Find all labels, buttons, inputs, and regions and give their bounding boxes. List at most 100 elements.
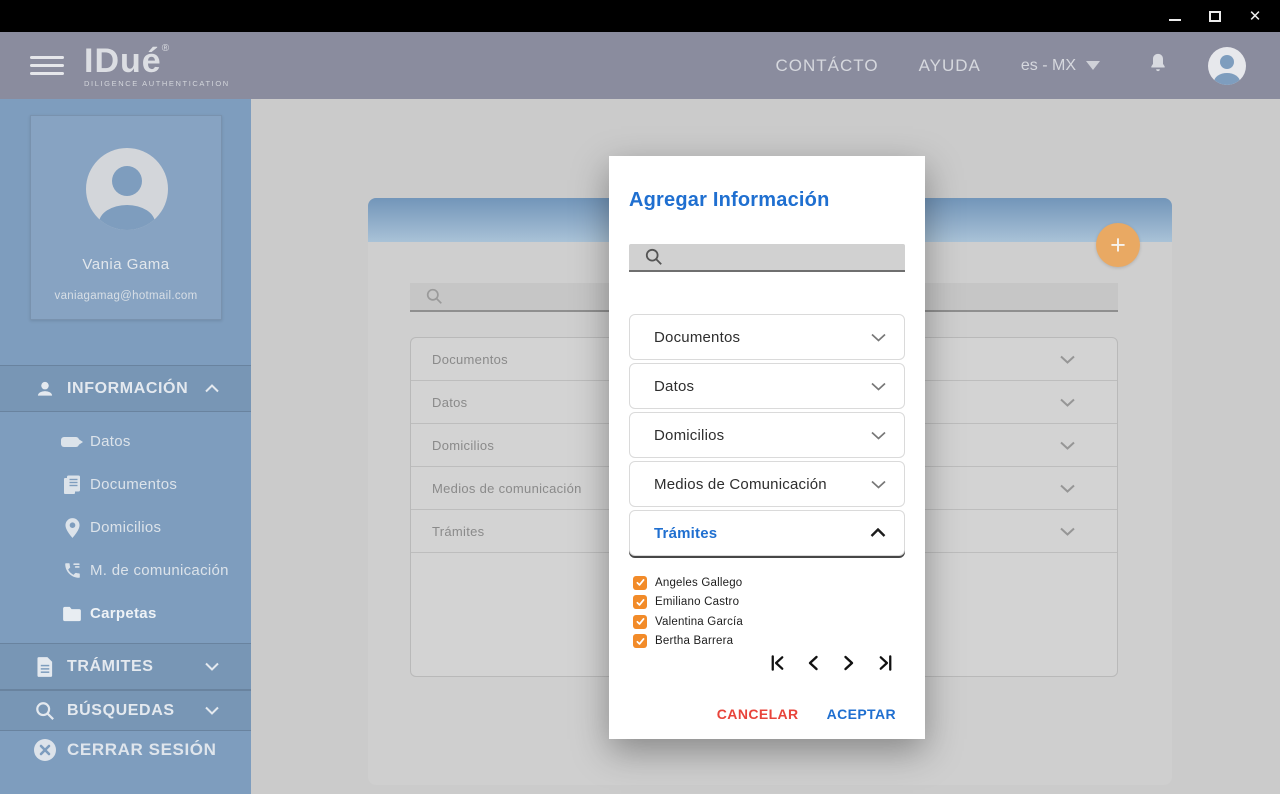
accept-button[interactable]: ACEPTAR bbox=[825, 702, 898, 726]
logout-x-icon bbox=[33, 739, 57, 761]
table-row-label: Datos bbox=[432, 395, 467, 410]
sidebar-section-tramites[interactable]: TRÁMITES bbox=[0, 643, 251, 690]
accordion-item-medios-de-comunicacion[interactable]: Medios de Comunicación bbox=[629, 461, 905, 507]
sidebar-section-busquedas[interactable]: BÚSQUEDAS bbox=[0, 690, 251, 731]
sidebar-section-informacion[interactable]: INFORMACIÓN bbox=[0, 365, 251, 412]
accordion-label: Documentos bbox=[654, 329, 740, 346]
dialog-actions: CANCELAR ACEPTAR bbox=[715, 702, 898, 726]
dialog-search-input[interactable] bbox=[673, 250, 895, 265]
dialog-search-bar bbox=[629, 244, 905, 272]
hamburger-menu-icon[interactable] bbox=[30, 56, 64, 75]
previous-page-icon[interactable] bbox=[803, 652, 823, 674]
chevron-down-icon bbox=[871, 333, 886, 342]
pagination bbox=[767, 652, 895, 674]
window-titlebar: ✕ bbox=[0, 0, 1280, 32]
chevron-up-icon bbox=[870, 528, 886, 538]
sidebar-item-label: Documentos bbox=[90, 476, 177, 493]
table-row-label: Documentos bbox=[432, 352, 508, 367]
add-button[interactable]: + bbox=[1096, 223, 1140, 267]
chevron-down-icon bbox=[1086, 61, 1100, 70]
sidebar-item-label: Datos bbox=[90, 433, 131, 450]
option-label: Emiliano Castro bbox=[655, 596, 739, 608]
first-page-icon[interactable] bbox=[767, 652, 787, 674]
chevron-down-icon bbox=[1060, 484, 1075, 493]
language-value: es - MX bbox=[1021, 57, 1076, 75]
sidebar-item-datos[interactable]: Datos bbox=[0, 420, 251, 463]
agregar-informacion-dialog: Agregar Información Documentos Datos Dom… bbox=[609, 156, 925, 739]
chevron-down-icon bbox=[205, 658, 219, 676]
registered-mark: ® bbox=[162, 43, 169, 54]
sidebar: Vania Gama vaniagamag@hotmail.com INFORM… bbox=[0, 99, 251, 794]
sidebar-item-label: Carpetas bbox=[90, 605, 157, 622]
search-icon bbox=[645, 248, 663, 266]
language-selector[interactable]: es - MX bbox=[1021, 57, 1100, 75]
next-page-icon[interactable] bbox=[839, 652, 859, 674]
accordion-item-tramites[interactable]: Trámites bbox=[629, 510, 905, 556]
last-page-icon[interactable] bbox=[875, 652, 895, 674]
profile-email: vaniagamag@hotmail.com bbox=[31, 290, 221, 302]
checkbox-checked-icon[interactable] bbox=[633, 634, 647, 648]
app-window: ✕ IDué® DILIGENCE AUTHENTICATION CONTÁCT… bbox=[0, 0, 1280, 794]
accordion-label: Domicilios bbox=[654, 427, 724, 444]
chevron-down-icon bbox=[1060, 398, 1075, 407]
table-row-label: Trámites bbox=[432, 524, 484, 539]
nav-contacto[interactable]: CONTÁCTO bbox=[775, 56, 878, 76]
notifications-bell-icon[interactable] bbox=[1148, 52, 1168, 79]
option-angeles-gallego[interactable]: Angeles Gallego bbox=[633, 576, 743, 590]
chevron-up-icon bbox=[205, 380, 219, 398]
logo-subtitle: DILIGENCE AUTHENTICATION bbox=[84, 80, 230, 88]
sidebar-item-carpetas[interactable]: Carpetas bbox=[0, 592, 251, 635]
profile-card: Vania Gama vaniagamag@hotmail.com bbox=[30, 115, 222, 320]
sidebar-section-label: TRÁMITES bbox=[67, 658, 154, 676]
checkbox-checked-icon[interactable] bbox=[633, 595, 647, 609]
sidebar-item-label: Domicilios bbox=[90, 519, 161, 536]
nav-ayuda[interactable]: AYUDA bbox=[919, 56, 981, 76]
chevron-down-icon bbox=[871, 431, 886, 440]
sidebar-item-m-de-comunicacion[interactable]: M. de comunicación bbox=[0, 549, 251, 592]
folder-icon bbox=[60, 606, 84, 622]
option-valentina-garcia[interactable]: Valentina García bbox=[633, 615, 743, 629]
minimize-icon[interactable] bbox=[1166, 7, 1184, 25]
chevron-down-icon bbox=[1060, 355, 1075, 364]
documents-icon bbox=[60, 475, 84, 495]
logout-label: CERRAR SESIÓN bbox=[67, 740, 217, 760]
location-pin-icon bbox=[60, 518, 84, 538]
cancel-button[interactable]: CANCELAR bbox=[715, 702, 801, 726]
option-bertha-barrera[interactable]: Bertha Barrera bbox=[633, 635, 743, 649]
search-icon bbox=[33, 701, 57, 721]
sidebar-item-label: M. de comunicación bbox=[90, 562, 229, 579]
dialog-accordion: Documentos Datos Domicilios Medios de Co… bbox=[629, 314, 905, 559]
topbar: IDué® DILIGENCE AUTHENTICATION CONTÁCTO … bbox=[0, 32, 1280, 99]
dialog-title: Agregar Información bbox=[629, 189, 830, 212]
tramites-options-list: Angeles Gallego Emiliano Castro Valentin… bbox=[633, 576, 743, 648]
sidebar-section-label: BÚSQUEDAS bbox=[67, 702, 175, 720]
phone-icon bbox=[60, 561, 84, 580]
sidebar-item-domicilios[interactable]: Domicilios bbox=[0, 506, 251, 549]
option-label: Angeles Gallego bbox=[655, 577, 742, 589]
table-row-label: Medios de comunicación bbox=[432, 481, 582, 496]
option-label: Valentina García bbox=[655, 616, 743, 628]
checkbox-checked-icon[interactable] bbox=[633, 615, 647, 629]
chevron-down-icon bbox=[205, 702, 219, 720]
profile-name: Vania Gama bbox=[31, 256, 221, 273]
user-avatar[interactable] bbox=[1208, 47, 1246, 85]
file-icon bbox=[33, 657, 57, 677]
accordion-item-datos[interactable]: Datos bbox=[629, 363, 905, 409]
sidebar-item-documentos[interactable]: Documentos bbox=[0, 463, 251, 506]
option-emiliano-castro[interactable]: Emiliano Castro bbox=[633, 596, 743, 610]
chevron-down-icon bbox=[871, 480, 886, 489]
accordion-item-domicilios[interactable]: Domicilios bbox=[629, 412, 905, 458]
chevron-down-icon bbox=[1060, 527, 1075, 536]
chevron-down-icon bbox=[871, 382, 886, 391]
maximize-icon[interactable] bbox=[1206, 7, 1224, 25]
sidebar-logout[interactable]: CERRAR SESIÓN bbox=[0, 731, 251, 769]
table-row-label: Domicilios bbox=[432, 438, 494, 453]
logo-title: IDué bbox=[84, 42, 162, 80]
close-icon[interactable]: ✕ bbox=[1246, 7, 1264, 25]
person-icon bbox=[33, 379, 57, 399]
profile-avatar bbox=[86, 148, 168, 235]
accordion-item-documentos[interactable]: Documentos bbox=[629, 314, 905, 360]
option-label: Bertha Barrera bbox=[655, 635, 733, 647]
checkbox-checked-icon[interactable] bbox=[633, 576, 647, 590]
chevron-down-icon bbox=[1060, 441, 1075, 450]
